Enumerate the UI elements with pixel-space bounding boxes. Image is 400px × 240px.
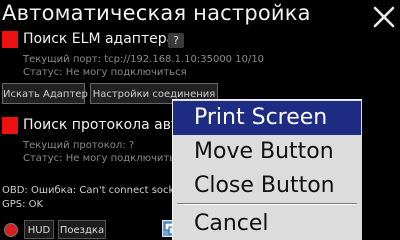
obd-status-text: OBD: Ошибка: Can't connect socke [2, 185, 181, 196]
adapter-port-text: Текущий порт: tcp://192.168.1.10:35000 1… [23, 54, 265, 65]
gps-status-text: GPS: OK [2, 199, 44, 210]
protocol-status-indicator [2, 117, 18, 134]
context-menu: Print Screen Move Button Close Button Ca… [172, 99, 362, 240]
adapter-status-indicator [2, 31, 18, 48]
adapter-section-title: Поиск ELM адаптера [23, 31, 176, 47]
protocol-section-title: Поиск протокола авто [23, 117, 188, 133]
menu-item-close-button[interactable]: Close Button [173, 169, 361, 203]
trip-button[interactable]: Поездка [58, 220, 106, 239]
menu-item-print-screen[interactable]: Print Screen [173, 101, 361, 135]
protocol-status-text: Статус: Не могу подключиться [23, 153, 187, 164]
hud-button[interactable]: HUD [24, 220, 54, 239]
protocol-current-text: Текущий протокол: ? [23, 140, 135, 151]
adapter-status-text: Статус: Не могу подключиться [23, 67, 187, 78]
search-adapter-button[interactable]: Искать Адаптер [2, 83, 88, 104]
record-button-icon[interactable] [4, 223, 18, 237]
adapter-help-button[interactable]: ? [168, 33, 184, 48]
menu-item-move-button[interactable]: Move Button [173, 135, 361, 169]
window-title: Автоматическая настройка [2, 1, 311, 25]
menu-item-cancel[interactable]: Cancel [173, 207, 361, 240]
close-icon[interactable] [372, 5, 396, 29]
menu-separator [177, 203, 357, 205]
